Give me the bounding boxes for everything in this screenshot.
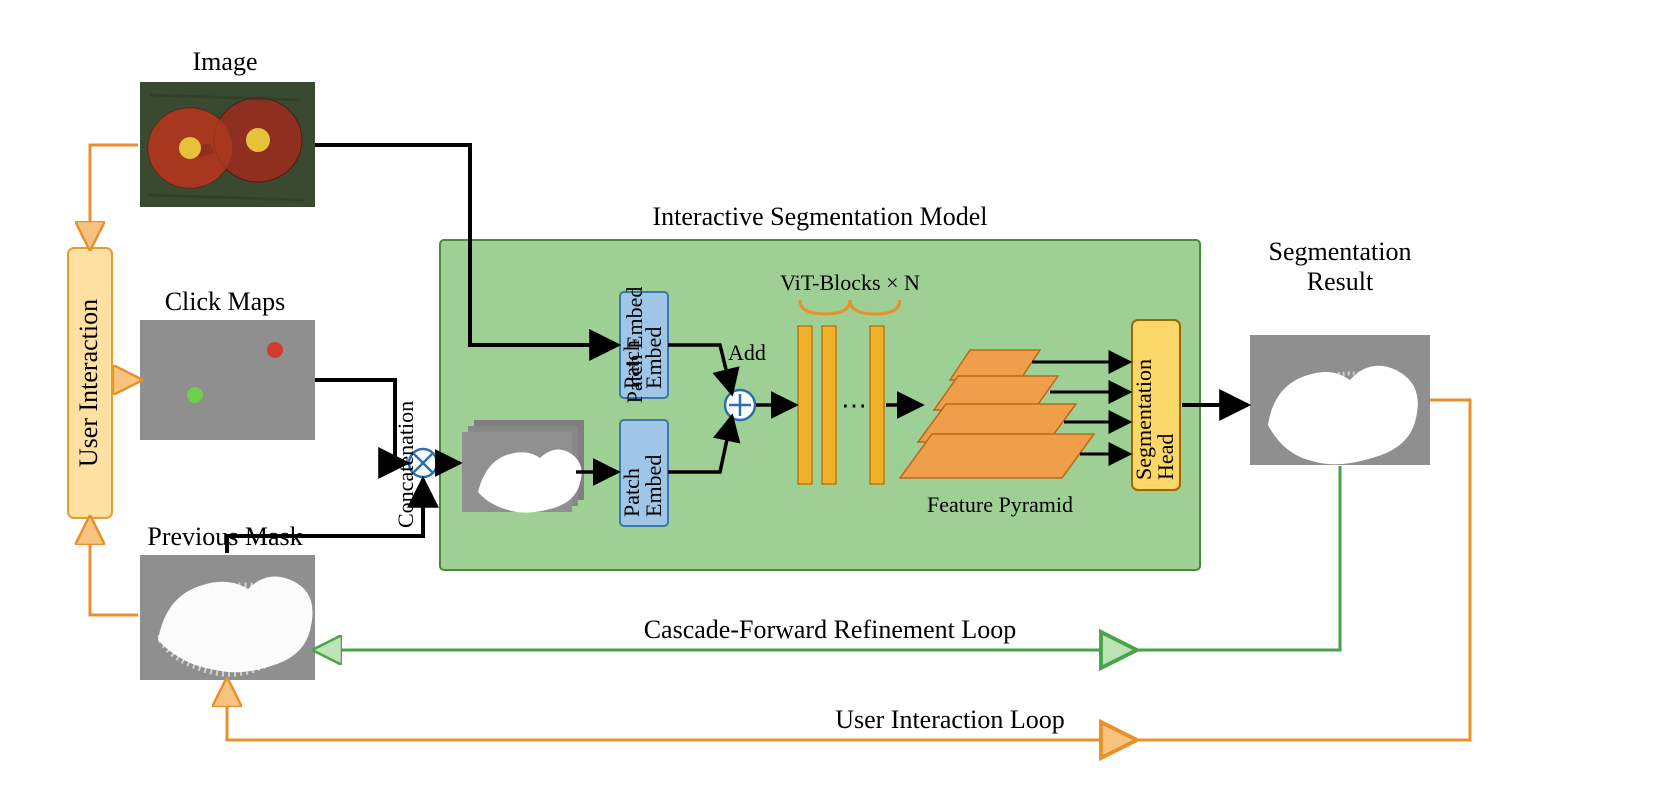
click-maps-label: Click Maps bbox=[165, 287, 286, 316]
previous-mask-thumbnail bbox=[140, 555, 315, 680]
cfr-loop-label: Cascade-Forward Refinement Loop bbox=[644, 615, 1017, 644]
user-interaction-label: User Interaction bbox=[74, 299, 103, 467]
seg-result-label-2: Result bbox=[1307, 267, 1374, 296]
click-maps-thumbnail bbox=[140, 320, 315, 440]
svg-text:Embed: Embed bbox=[641, 455, 666, 517]
seg-result-label-1: Segmentation bbox=[1269, 237, 1412, 266]
image-label: Image bbox=[193, 47, 258, 76]
svg-text:Embed: Embed bbox=[641, 327, 666, 389]
add-op bbox=[725, 390, 755, 420]
arrow-image-to-userbox bbox=[90, 145, 138, 246]
arrow-clickmaps-to-concat bbox=[315, 380, 407, 463]
user-loop-label: User Interaction Loop bbox=[835, 705, 1065, 734]
add-label: Add bbox=[728, 340, 766, 365]
patch-embed-top: Patch Embed Patch Embed bbox=[619, 287, 668, 404]
patch-embed-bottom: Patch Embed bbox=[619, 420, 668, 526]
architecture-diagram: Interactive Segmentation Model User Inte… bbox=[0, 0, 1662, 808]
vit-blocks-label: ViT-Blocks × N bbox=[780, 270, 920, 295]
segmentation-head: Segmentation Head bbox=[1131, 320, 1180, 490]
svg-text:⋯: ⋯ bbox=[841, 391, 867, 420]
concatenated-stack bbox=[462, 420, 584, 513]
segmentation-result-thumbnail bbox=[1250, 335, 1430, 465]
svg-text:Head: Head bbox=[1153, 434, 1178, 480]
feature-pyramid-label: Feature Pyramid bbox=[927, 492, 1073, 517]
arrow-prevmask-to-userbox bbox=[90, 520, 138, 615]
input-image-thumbnail bbox=[140, 82, 315, 207]
model-title: Interactive Segmentation Model bbox=[652, 202, 987, 231]
